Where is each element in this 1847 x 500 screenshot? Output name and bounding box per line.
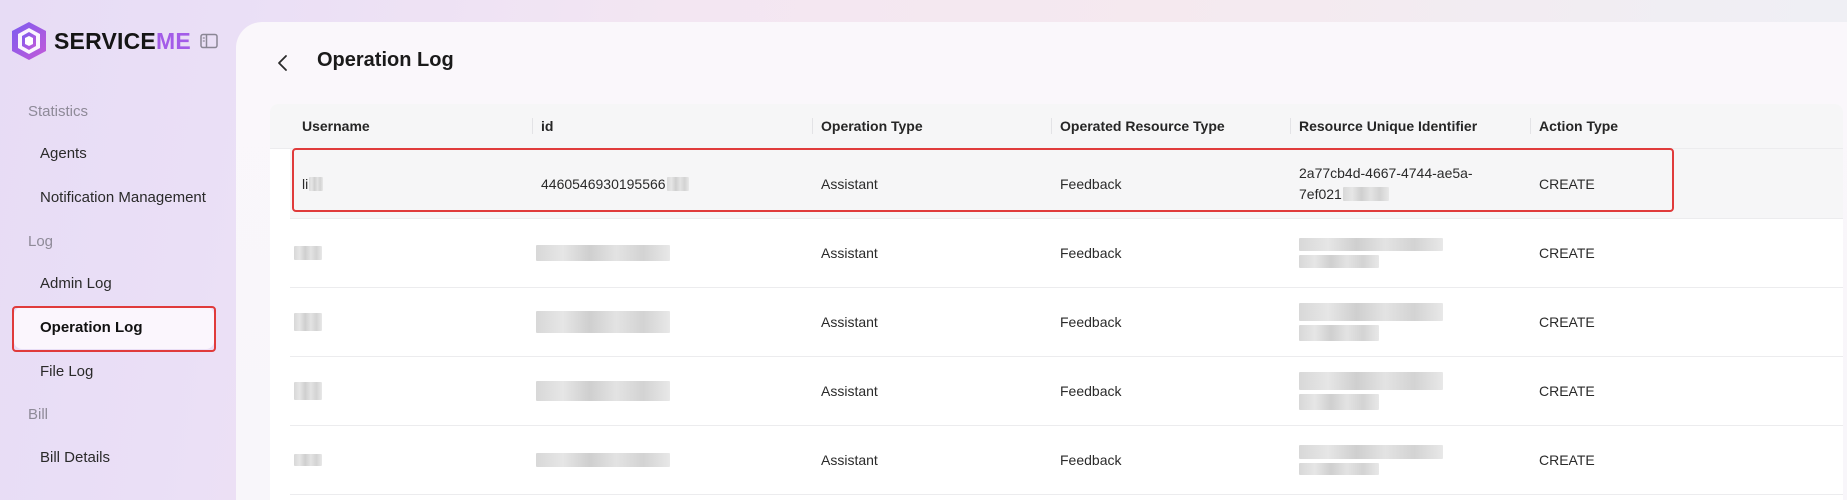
column-header-operation-type[interactable]: Operation Type [821, 104, 923, 148]
column-header-action-type[interactable]: Action Type [1539, 104, 1618, 148]
page-title: Operation Log [317, 49, 454, 71]
cell-username-redacted [294, 218, 322, 287]
column-divider [812, 118, 813, 134]
sidebar-item-agents[interactable]: Agents [14, 133, 214, 175]
column-header-username[interactable]: Username [302, 104, 370, 148]
cell-operation-type: Assistant [821, 382, 878, 399]
sidebar-item-operation-log[interactable]: Operation Log [14, 307, 214, 349]
section-title-log: Log [28, 233, 54, 250]
brand-name: SERVICEME [54, 27, 191, 54]
brand[interactable]: SERVICEME [10, 20, 191, 62]
sidebar: SERVICEME Statistics Agents Notification… [0, 0, 234, 500]
table-row[interactable]: Assistant Feedback CREATE [290, 425, 1843, 495]
cell-operation-type: Assistant [821, 451, 878, 468]
section-title-statistics: Statistics [28, 103, 89, 120]
table-row[interactable]: Assistant Feedback CREATE [290, 218, 1843, 288]
cell-resource-id-redacted [1299, 425, 1443, 494]
sidebar-collapse-icon[interactable] [200, 33, 218, 49]
table-row[interactable]: Assistant Feedback CREATE [290, 356, 1843, 426]
cell-action-type: CREATE [1539, 382, 1595, 399]
cell-action-type: CREATE [1539, 175, 1595, 192]
cell-resource-id: 2a77cb4d-4667-4744-ae5a- 7ef021 [1299, 164, 1473, 202]
cell-resource-id-redacted [1299, 356, 1443, 425]
sidebar-item-admin-log[interactable]: Admin Log [14, 263, 214, 305]
cell-id-redacted [536, 425, 670, 494]
section-title-bill: Bill [28, 406, 49, 423]
column-header-resource-id[interactable]: Resource Unique Identifier [1299, 104, 1477, 148]
cell-resource-type: Feedback [1060, 451, 1122, 468]
column-divider [1530, 118, 1531, 134]
cell-resource-type: Feedback [1060, 244, 1122, 261]
cell-id-redacted [536, 356, 670, 425]
table-row[interactable]: Assistant Feedback CREATE [290, 287, 1843, 357]
cell-operation-type: Assistant [821, 313, 878, 330]
cell-action-type: CREATE [1539, 451, 1595, 468]
cell-id-redacted [536, 218, 670, 287]
column-divider [1051, 118, 1052, 134]
table-header: Username id Operation Type Operated Reso… [270, 104, 1843, 149]
cell-id: 4460546930195566 [541, 149, 689, 218]
cell-operation-type: Assistant [821, 175, 878, 192]
chevron-left-icon[interactable] [272, 52, 294, 74]
cell-username: li [302, 149, 324, 218]
column-divider [1290, 118, 1291, 134]
column-divider [532, 118, 533, 134]
cell-username-redacted [294, 356, 322, 425]
cell-resource-type: Feedback [1060, 313, 1122, 330]
cell-resource-id-redacted [1299, 287, 1443, 356]
cell-resource-type: Feedback [1060, 175, 1122, 192]
operation-log-table: Username id Operation Type Operated Reso… [270, 104, 1843, 500]
column-header-resource-type[interactable]: Operated Resource Type [1060, 104, 1225, 148]
cell-resource-type: Feedback [1060, 382, 1122, 399]
cell-operation-type: Assistant [821, 244, 878, 261]
sidebar-item-notification-management[interactable]: Notification Management [14, 177, 214, 219]
cell-username-redacted [294, 287, 322, 356]
column-header-id[interactable]: id [541, 104, 553, 148]
servicedme-logo-icon [12, 22, 46, 60]
sidebar-item-bill-details[interactable]: Bill Details [14, 437, 214, 479]
cell-id-redacted [536, 287, 670, 356]
cell-resource-id-redacted [1299, 218, 1443, 287]
cell-action-type: CREATE [1539, 244, 1595, 261]
main-panel: Operation Log Username id Operation Type… [236, 22, 1847, 500]
cell-username-redacted [294, 425, 322, 494]
sidebar-item-file-log[interactable]: File Log [14, 351, 214, 393]
table-row[interactable]: li 4460546930195566 Assistant Feedback 2… [290, 149, 1843, 219]
cell-action-type: CREATE [1539, 313, 1595, 330]
